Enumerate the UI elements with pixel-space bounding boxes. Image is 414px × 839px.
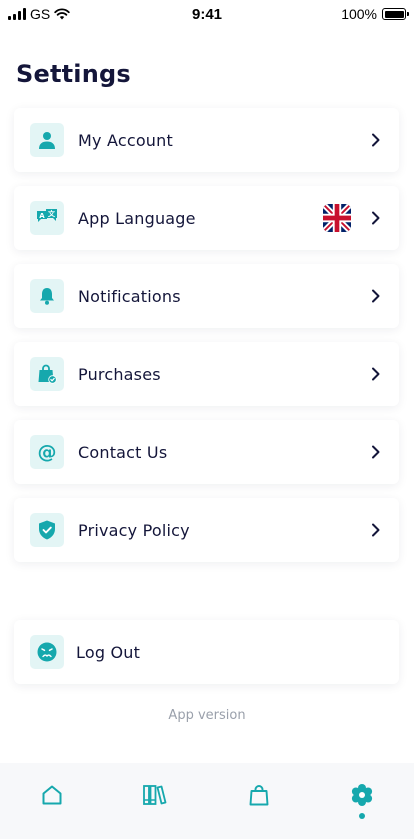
wifi-icon bbox=[54, 8, 70, 20]
battery-icon bbox=[382, 8, 409, 20]
svg-text:文: 文 bbox=[48, 209, 56, 218]
menu-item-privacy-policy[interactable]: Privacy Policy bbox=[14, 498, 399, 562]
signal-icon bbox=[8, 8, 26, 20]
logout-section: Log Out bbox=[14, 620, 399, 698]
uk-flag-icon bbox=[323, 204, 351, 232]
menu-item-my-account[interactable]: My Account bbox=[14, 108, 399, 172]
nav-bag[interactable] bbox=[229, 783, 289, 807]
translate-icon: A 文 bbox=[30, 201, 64, 235]
bag-icon bbox=[249, 785, 269, 806]
menu-item-label: Contact Us bbox=[78, 442, 168, 462]
carrier-label: GS bbox=[30, 6, 51, 22]
chevron-right-icon bbox=[369, 367, 383, 381]
logout-button[interactable]: Log Out bbox=[14, 620, 399, 684]
svg-text:@: @ bbox=[38, 441, 57, 463]
logout-label: Log Out bbox=[76, 642, 141, 662]
menu-item-label: Privacy Policy bbox=[78, 520, 190, 540]
menu-item-purchases[interactable]: Purchases bbox=[14, 342, 399, 406]
menu-item-label: App Language bbox=[78, 208, 196, 228]
shopping-bag-check-icon bbox=[30, 357, 64, 391]
shield-check-icon bbox=[30, 513, 64, 547]
settings-menu: My Account A 文 App Language Notification… bbox=[14, 108, 399, 576]
chevron-right-icon bbox=[369, 133, 383, 147]
app-version: App version bbox=[168, 708, 246, 723]
settings-gear-icon bbox=[352, 784, 373, 806]
status-time: 9:41 bbox=[191, 5, 223, 23]
status-left: GS bbox=[8, 6, 128, 22]
active-indicator bbox=[359, 813, 366, 819]
library-icon bbox=[143, 785, 167, 805]
chevron-right-icon bbox=[369, 445, 383, 459]
home-icon bbox=[42, 785, 62, 805]
chevron-right-icon bbox=[369, 523, 383, 537]
nav-settings[interactable] bbox=[332, 783, 392, 819]
status-right: 100% bbox=[286, 6, 409, 22]
battery-percent: 100% bbox=[341, 6, 377, 22]
menu-item-label: My Account bbox=[78, 130, 173, 150]
svg-text:A: A bbox=[39, 212, 45, 220]
bottom-nav bbox=[0, 763, 414, 839]
sad-face-icon bbox=[30, 635, 64, 669]
menu-item-label: Notifications bbox=[78, 286, 181, 306]
nav-library[interactable] bbox=[125, 783, 185, 807]
menu-item-label: Purchases bbox=[78, 364, 161, 384]
status-bar: GS 9:41 100% bbox=[0, 0, 414, 28]
bell-icon bbox=[30, 279, 64, 313]
chevron-right-icon bbox=[369, 289, 383, 303]
menu-item-contact-us[interactable]: @ Contact Us bbox=[14, 420, 399, 484]
menu-item-notifications[interactable]: Notifications bbox=[14, 264, 399, 328]
menu-item-app-language[interactable]: A 文 App Language bbox=[14, 186, 399, 250]
nav-home[interactable] bbox=[22, 783, 82, 807]
at-sign-icon: @ bbox=[30, 435, 64, 469]
chevron-right-icon bbox=[369, 211, 383, 225]
user-icon bbox=[30, 123, 64, 157]
page-title: Settings bbox=[16, 60, 131, 88]
